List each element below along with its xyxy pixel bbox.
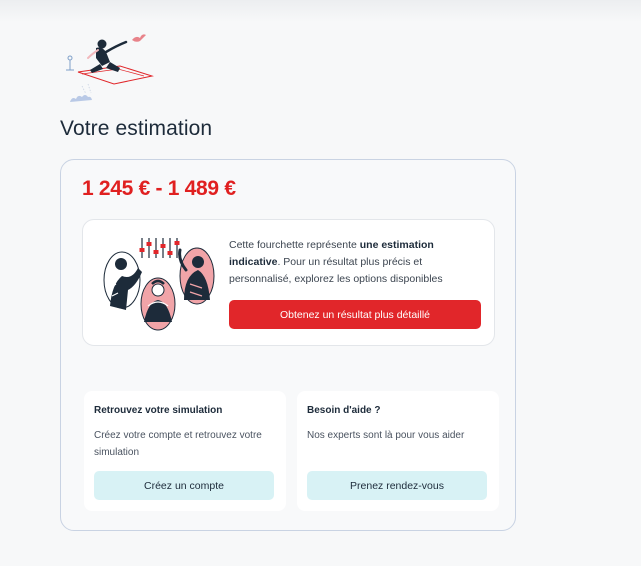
help-card-title: Besoin d'aide ? [307, 405, 381, 416]
detailed-result-button[interactable]: Obtenez un résultat plus détaillé [229, 300, 481, 329]
description-part-1: Cette fourchette représente [229, 239, 360, 251]
estimate-description: Cette fourchette représente une estimati… [229, 237, 483, 288]
create-account-button[interactable]: Créez un compte [94, 471, 274, 500]
simulation-card-description: Créez votre compte et retrouvez votre si… [94, 430, 262, 458]
help-card-description: Nos experts sont là pour vous aider [307, 430, 465, 441]
book-appointment-button[interactable]: Prenez rendez-vous [307, 471, 487, 500]
estimate-card: 1 245 € - 1 489 € Cette fourchette repré… [60, 159, 516, 531]
page-title: Votre estimation [60, 117, 213, 140]
team-mixing-console-illustration [103, 238, 215, 331]
simulation-card-title: Retrouvez votre simulation [94, 405, 223, 416]
simulation-card: Retrouvez votre simulation Créez votre c… [84, 391, 286, 511]
info-box: Cette fourchette représente une estimati… [82, 219, 495, 346]
top-bar [0, 0, 641, 22]
help-card: Besoin d'aide ? Nos experts sont là pour… [297, 391, 499, 511]
flying-person-illustration [66, 34, 154, 102]
price-range: 1 245 € - 1 489 € [82, 177, 236, 200]
